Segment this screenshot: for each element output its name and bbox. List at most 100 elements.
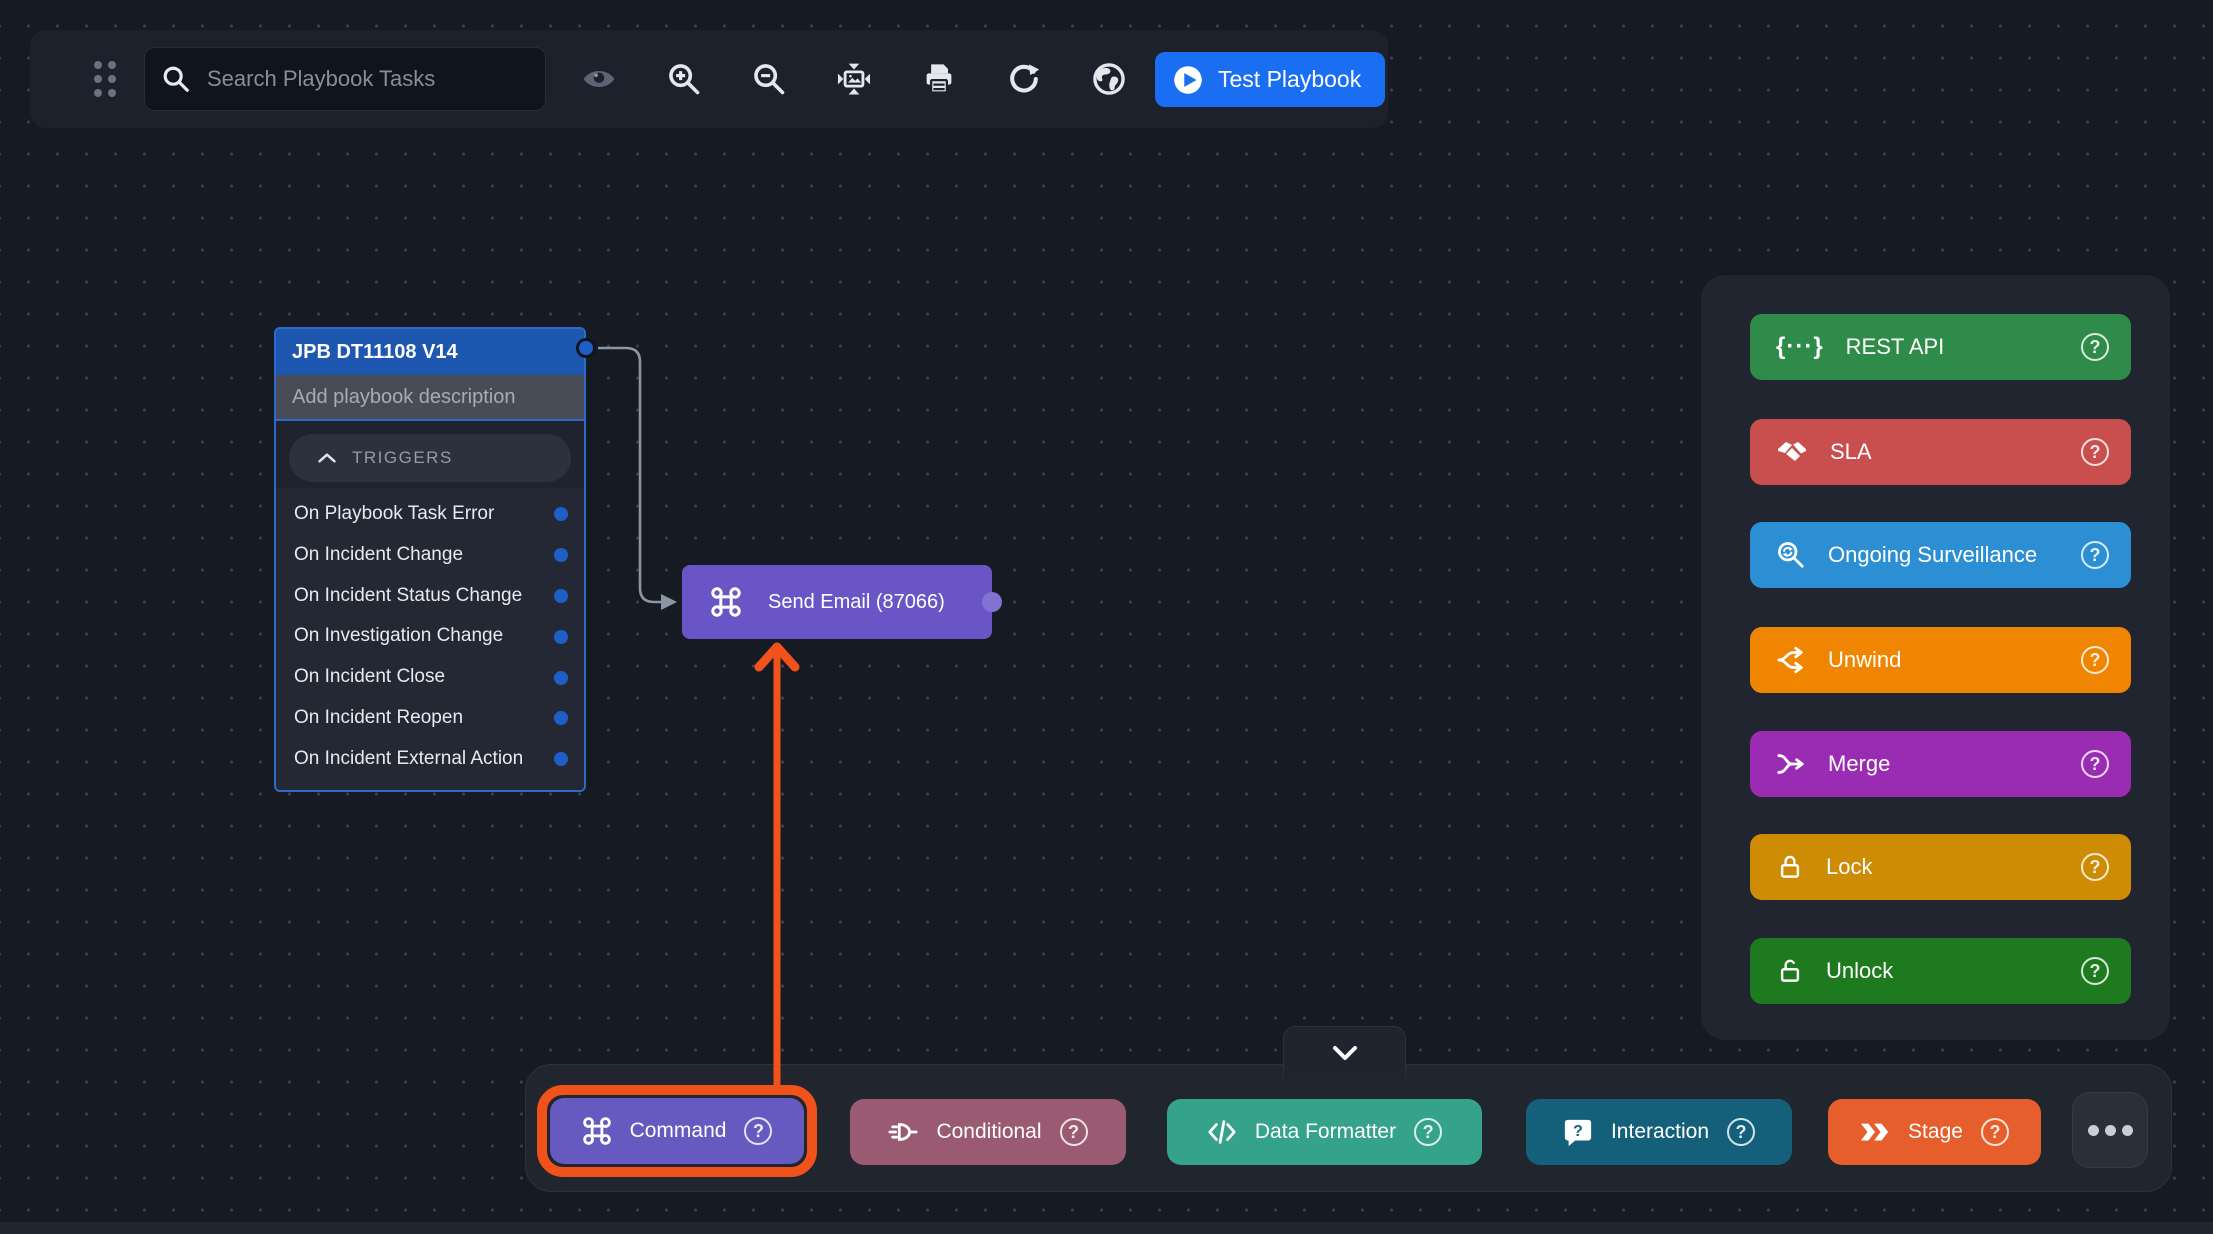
ellipsis-icon xyxy=(2088,1125,2099,1136)
unwind-button[interactable]: Unwind ? xyxy=(1750,627,2131,693)
help-icon[interactable]: ? xyxy=(2081,853,2109,881)
trigger-connector-dot[interactable] xyxy=(554,548,568,562)
playbook-designer-canvas[interactable]: Test Playbook JPB DT11108 V14 Add playbo… xyxy=(0,0,2213,1234)
help-icon[interactable]: ? xyxy=(2081,957,2109,985)
send-email-output-connector[interactable] xyxy=(982,592,1002,612)
zoom-out-icon[interactable] xyxy=(746,57,791,102)
trigger-row[interactable]: On Incident External Action xyxy=(276,739,584,780)
fit-to-screen-icon[interactable] xyxy=(831,57,876,102)
unlock-label: Unlock xyxy=(1826,958,1893,984)
split-icon xyxy=(1776,645,1806,675)
play-icon xyxy=(1171,63,1205,97)
trigger-connector-dot[interactable] xyxy=(554,589,568,603)
playbook-node-title[interactable]: JPB DT11108 V14 xyxy=(276,329,584,375)
ongoing-surveillance-label: Ongoing Surveillance xyxy=(1828,542,2037,568)
search-icon xyxy=(161,64,191,94)
trigger-label: On Incident Close xyxy=(294,666,445,689)
globe-icon[interactable] xyxy=(1086,57,1131,102)
help-icon[interactable]: ? xyxy=(2081,333,2109,361)
drag-handle-icon[interactable] xyxy=(94,61,116,97)
help-icon[interactable]: ? xyxy=(744,1117,772,1145)
code-icon xyxy=(1207,1117,1237,1147)
double-chevron-icon xyxy=(1860,1117,1890,1147)
trigger-row[interactable]: On Incident Close xyxy=(276,657,584,698)
lock-label: Lock xyxy=(1826,854,1872,880)
merge-button[interactable]: Merge ? xyxy=(1750,731,2131,797)
trigger-label: On Incident Change xyxy=(294,544,463,567)
playbook-description-placeholder[interactable]: Add playbook description xyxy=(276,375,584,421)
chevron-up-icon xyxy=(317,451,337,465)
conditional-icon xyxy=(888,1117,918,1147)
ongoing-surveillance-button[interactable]: Ongoing Surveillance ? xyxy=(1750,522,2131,588)
trigger-connector-dot[interactable] xyxy=(554,630,568,644)
stage-label: Stage xyxy=(1908,1120,1963,1144)
print-icon[interactable] xyxy=(916,57,961,102)
send-email-node[interactable]: Send Email (87066) xyxy=(682,565,992,639)
trigger-connector-dot[interactable] xyxy=(554,752,568,766)
refresh-icon[interactable] xyxy=(1001,57,1046,102)
help-icon[interactable]: ? xyxy=(1981,1118,2009,1146)
command-icon xyxy=(710,586,742,618)
merge-icon xyxy=(1776,749,1806,779)
highlight-arrowhead xyxy=(759,647,795,667)
more-nodes-button[interactable] xyxy=(2072,1092,2148,1168)
unlock-icon xyxy=(1776,957,1804,985)
playbook-output-connector[interactable] xyxy=(576,338,596,358)
sla-button[interactable]: SLA ? xyxy=(1750,419,2131,485)
trigger-row[interactable]: On Incident Status Change xyxy=(276,576,584,617)
trigger-connector-dot[interactable] xyxy=(554,507,568,521)
lock-button[interactable]: Lock ? xyxy=(1750,834,2131,900)
unlock-button[interactable]: Unlock ? xyxy=(1750,938,2131,1004)
trigger-label: On Incident Reopen xyxy=(294,707,463,730)
triggers-header-label: TRIGGERS xyxy=(352,448,453,468)
interaction-button[interactable]: ? Interaction ? xyxy=(1526,1099,1792,1165)
command-label: Command xyxy=(630,1119,727,1143)
trigger-label: On Incident External Action xyxy=(294,748,523,771)
trigger-row[interactable]: On Playbook Task Error xyxy=(276,494,584,535)
trigger-connector-dot[interactable] xyxy=(554,711,568,725)
collapse-toolbar-button[interactable] xyxy=(1283,1026,1406,1078)
command-icon xyxy=(582,1116,612,1146)
edge-arrowhead xyxy=(661,594,677,610)
search-input[interactable] xyxy=(205,65,529,93)
conditional-button[interactable]: Conditional ? xyxy=(850,1099,1126,1165)
question-bubble-icon: ? xyxy=(1563,1117,1593,1147)
command-highlight-ring: Command ? xyxy=(537,1085,817,1177)
help-icon[interactable]: ? xyxy=(1414,1118,1442,1146)
data-formatter-button[interactable]: Data Formatter ? xyxy=(1167,1099,1482,1165)
top-toolbar: Test Playbook xyxy=(30,30,1388,128)
trigger-row[interactable]: On Incident Change xyxy=(276,535,584,576)
trigger-row[interactable]: On Incident Reopen xyxy=(276,698,584,739)
help-icon[interactable]: ? xyxy=(2081,438,2109,466)
trigger-label: On Playbook Task Error xyxy=(294,503,494,526)
trigger-connector-dot[interactable] xyxy=(554,671,568,685)
merge-label: Merge xyxy=(1828,751,1890,777)
search-box[interactable] xyxy=(144,47,546,111)
rest-api-button[interactable]: {···} REST API ? xyxy=(1750,314,2131,380)
surveillance-icon xyxy=(1776,540,1806,570)
command-button[interactable]: Command ? xyxy=(550,1098,804,1164)
help-icon[interactable]: ? xyxy=(2081,646,2109,674)
zoom-in-icon[interactable] xyxy=(661,57,706,102)
triggers-section: TRIGGERS xyxy=(276,421,584,488)
conditional-label: Conditional xyxy=(936,1120,1041,1144)
test-playbook-button[interactable]: Test Playbook xyxy=(1155,52,1385,107)
trigger-row[interactable]: On Investigation Change xyxy=(276,616,584,657)
stage-button[interactable]: Stage ? xyxy=(1828,1099,2041,1165)
help-icon[interactable]: ? xyxy=(1060,1118,1088,1146)
playbook-node[interactable]: JPB DT11108 V14 Add playbook description… xyxy=(274,327,586,792)
lock-icon xyxy=(1776,853,1804,881)
handshake-icon xyxy=(1776,436,1808,468)
rest-api-label: REST API xyxy=(1846,334,1945,360)
trigger-list: On Playbook Task Error On Incident Chang… xyxy=(276,488,584,790)
help-icon[interactable]: ? xyxy=(2081,541,2109,569)
preview-eye-icon[interactable] xyxy=(576,57,621,102)
trigger-label: On Investigation Change xyxy=(294,625,503,648)
sla-label: SLA xyxy=(1830,439,1872,465)
svg-text:?: ? xyxy=(1573,1123,1583,1140)
bottom-edge-band xyxy=(0,1222,2213,1234)
help-icon[interactable]: ? xyxy=(1727,1118,1755,1146)
triggers-collapse-button[interactable]: TRIGGERS xyxy=(289,434,571,482)
help-icon[interactable]: ? xyxy=(2081,750,2109,778)
send-email-label: Send Email (87066) xyxy=(768,591,945,614)
